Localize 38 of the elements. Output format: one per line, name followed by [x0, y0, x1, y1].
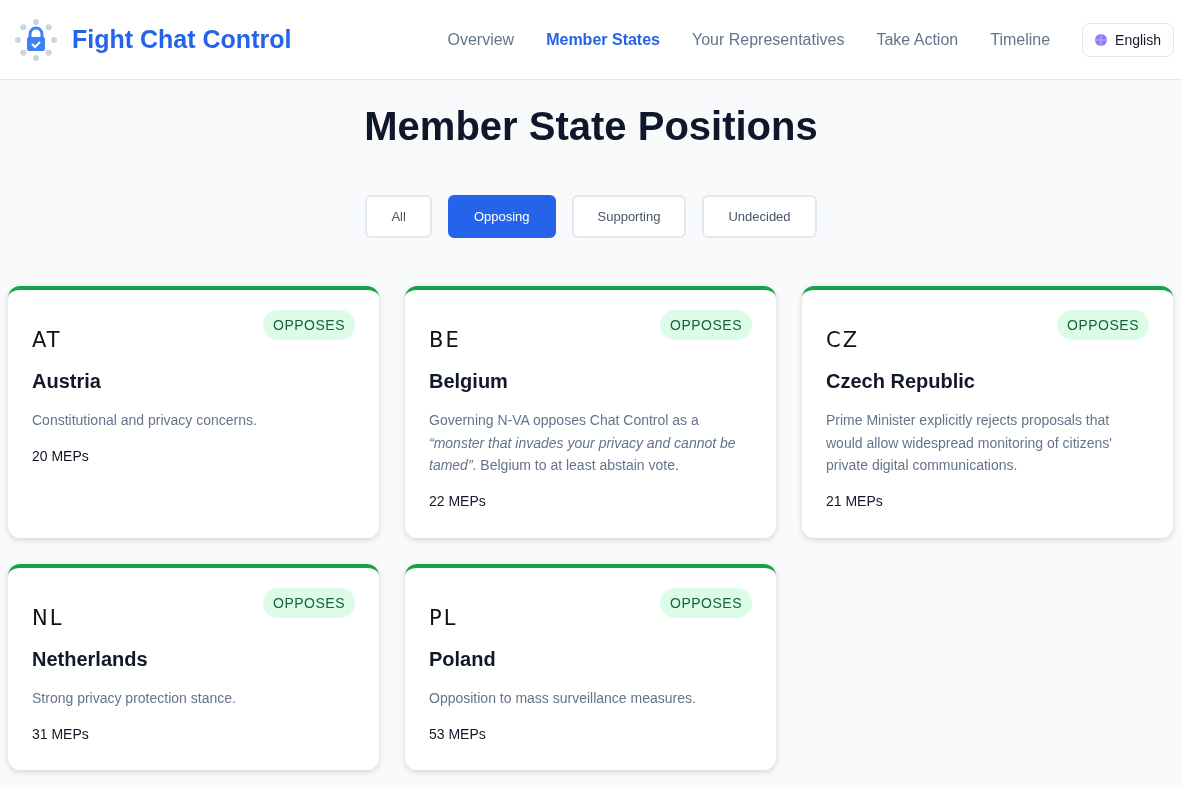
mep-count: 22 MEPs	[429, 492, 487, 509]
country-code: NL	[32, 606, 65, 630]
stance-badge: OPPOSES	[660, 588, 752, 618]
country-name: Netherlands	[32, 648, 149, 671]
country-code: AT	[32, 328, 63, 352]
stance-badge: OPPOSES	[263, 310, 355, 340]
stance-badge: OPPOSES	[660, 310, 752, 340]
position-description: Prime Minister explicitly rejects proposals that would allow widespread monitoring of citizens' private digital communications.	[826, 411, 1113, 475]
mep-count: 20 MEPs	[32, 447, 90, 464]
position-description: Governing N-VA opposes Chat Control as a “monster that invades your privacy and cannot be tamed”. Belgium to at least abstain vote.	[429, 411, 737, 475]
filter-button[interactable]: Undecided	[702, 195, 817, 238]
position-description: Strong privacy protection stance.	[32, 689, 237, 708]
nav-link[interactable]: Overview	[447, 30, 515, 49]
nav-link[interactable]: Take Action	[876, 30, 959, 49]
nav-link[interactable]: Your Representatives	[692, 30, 845, 49]
country-name: Poland	[429, 648, 497, 671]
position-description: Constitutional and privacy concerns.	[32, 411, 258, 430]
nav-link[interactable]: Member States	[546, 30, 660, 49]
country-code: BE	[429, 328, 462, 352]
mep-count: 21 MEPs	[826, 492, 884, 509]
country-code: CZ	[826, 328, 861, 352]
stance-badge: OPPOSES	[1057, 310, 1149, 340]
filter-button[interactable]: All	[365, 195, 432, 238]
mep-count: 53 MEPs	[429, 725, 487, 742]
mep-count: 31 MEPs	[32, 725, 90, 742]
country-name: Austria	[32, 370, 102, 393]
position-description: Opposition to mass surveillance measures.	[429, 689, 697, 708]
country-name: Belgium	[429, 370, 509, 393]
nav-link[interactable]: Timeline	[990, 30, 1051, 49]
site-title[interactable]: Fight Chat Control	[72, 25, 292, 54]
country-name: Czech Republic	[826, 370, 976, 393]
filter-button[interactable]: Opposing	[447, 195, 556, 238]
stance-badge: OPPOSES	[263, 588, 355, 618]
page-title: Member State Positions	[363, 104, 819, 149]
country-code: PL	[429, 606, 459, 630]
filter-button[interactable]: Supporting	[571, 195, 687, 238]
globe-icon	[1095, 33, 1108, 46]
language-button[interactable]: English	[1082, 22, 1174, 57]
